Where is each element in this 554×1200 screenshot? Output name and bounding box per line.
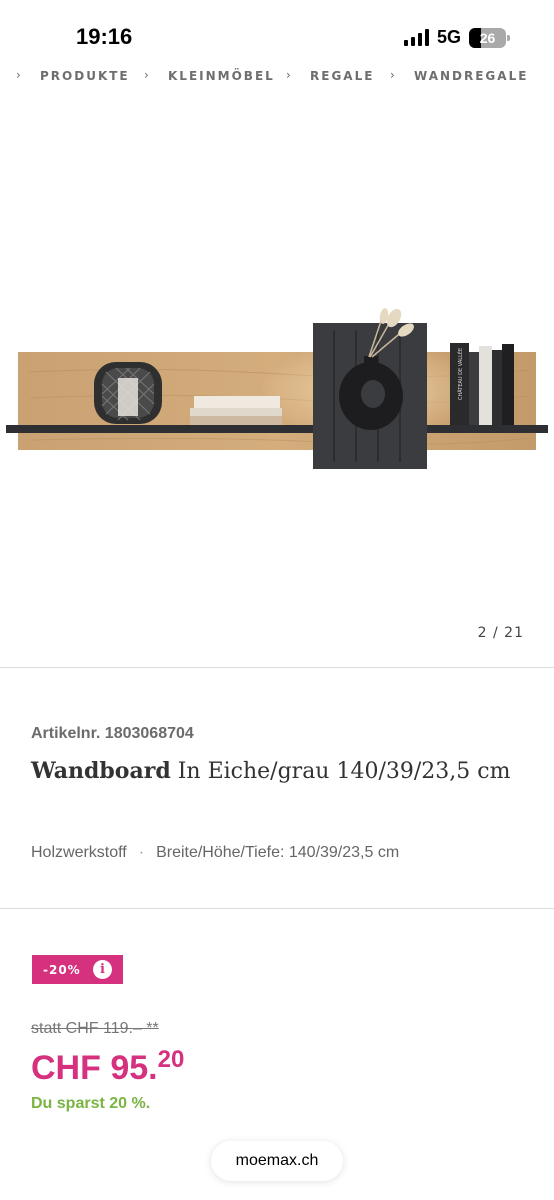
divider [0,908,554,909]
product-material: Holzwerkstoff [31,844,127,861]
product-name: Wandboard [31,758,171,784]
browser-url-pill[interactable]: moemax.ch [211,1141,343,1181]
battery-icon: 26 [469,27,510,48]
breadcrumb-item-wandregale[interactable]: WANDREGALE [414,69,528,83]
current-price: CHF 95.20 [31,1046,184,1088]
stacked-books [190,396,282,425]
old-price: statt CHF 119.– ** [31,1020,159,1037]
price-main: CHF 95. [31,1049,158,1087]
lantern [94,362,162,424]
chevron-right-icon: › [390,68,395,82]
shelf-board [6,425,548,433]
book-spine-text: CHÂTEAU DE VALLÉE [456,348,464,400]
article-number: Artikelnr. 1803068704 [31,725,194,742]
discount-badge: -20% i [32,955,123,984]
status-icons: 5G 26 [403,27,510,48]
product-attributes: Holzwerkstoff · Breite/Höhe/Tiefe: 140/39/… [31,844,399,862]
status-time: 19:16 [76,24,133,49]
network-label: 5G [436,27,461,47]
breadcrumb: › PRODUKTE › KLEINMÖBEL › REGALE › WANDR… [0,64,554,86]
chevron-right-icon: › [16,68,21,82]
status-bar: 19:16 5G 26 [0,0,554,70]
gallery-counter: 2 / 21 [477,625,524,641]
battery-level: 26 [479,29,496,46]
product-image[interactable]: CHÂTEAU DE VALLÉE [0,90,554,668]
product-title: Wandboard In Eiche/grau 140/39/23,5 cm [31,755,531,788]
product-subtitle: In Eiche/grau 140/39/23,5 cm [177,759,511,784]
price-cents: 20 [157,1046,185,1073]
divider [0,667,554,668]
discount-label: -20% [43,962,81,977]
attribute-separator: · [138,844,145,861]
chevron-right-icon: › [286,68,291,82]
info-icon[interactable]: i [93,960,112,979]
product-dimensions: Breite/Höhe/Tiefe: 140/39/23,5 cm [156,844,400,861]
breadcrumb-item-produkte[interactable]: PRODUKTE [40,69,130,83]
breadcrumb-item-kleinmoebel[interactable]: KLEINMÖBEL [168,69,275,83]
savings-text: Du sparst 20 %. [31,1095,151,1112]
signal-icon [403,29,429,46]
chevron-right-icon: › [144,68,149,82]
standing-books: CHÂTEAU DE VALLÉE [450,343,514,425]
breadcrumb-item-regale[interactable]: REGALE [310,69,374,83]
